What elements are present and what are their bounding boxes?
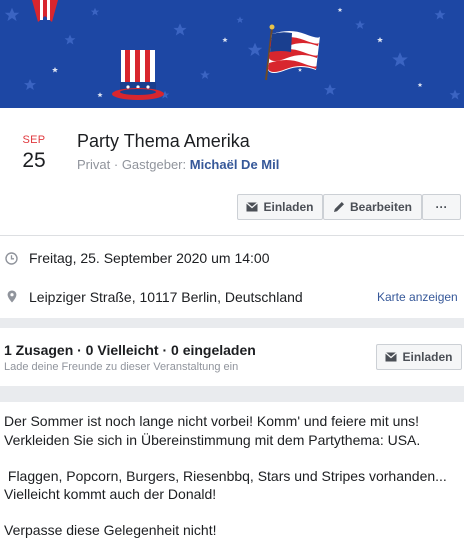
event-privacy: Privat [77, 157, 111, 172]
guests-invite-label: Einladen [402, 350, 453, 364]
description-line: Verkleiden Sie sich in Übereinstimmung m… [4, 432, 421, 448]
section-gap [0, 386, 464, 402]
section-gap [0, 318, 464, 328]
location-pin-icon [7, 290, 17, 308]
description-line: Verpasse diese Gelegenheit nicht! [4, 522, 217, 538]
event-subline: Privat · Gastgeber: Michaël De Mil [77, 157, 279, 172]
host-label: Gastgeber: [121, 157, 187, 172]
guest-counts[interactable]: 1 Zusagen · 0 Vielleicht · 0 eingeladen [4, 342, 256, 358]
divider [0, 235, 464, 236]
invite-button[interactable]: Einladen [237, 194, 323, 220]
clock-icon [5, 252, 18, 270]
envelope-icon [385, 352, 398, 362]
description-line: Flaggen, Popcorn, Burgers, Riesenbbq, St… [4, 468, 447, 484]
show-map-link[interactable]: Karte anzeigen [377, 290, 458, 304]
separator-dot: · [113, 157, 122, 172]
pencil-icon [333, 201, 345, 213]
event-day: 25 [22, 149, 46, 172]
event-location[interactable]: Leipziger Straße, 10117 Berlin, Deutschl… [29, 289, 303, 305]
edit-button[interactable]: Bearbeiten [323, 194, 422, 220]
event-datetime: Freitag, 25. September 2020 um 14:00 [29, 250, 270, 266]
invite-button-label: Einladen [263, 200, 314, 214]
invite-hint: Lade deine Freunde zu dieser Veranstaltu… [4, 361, 239, 373]
event-title: Party Thema Amerika [77, 131, 250, 151]
more-dots-icon: ··· [435, 200, 448, 214]
guests-invite-button[interactable]: Einladen [376, 344, 462, 370]
event-month: SEP [22, 134, 46, 146]
cover-photo [0, 0, 464, 108]
edit-button-label: Bearbeiten [349, 200, 413, 214]
envelope-icon [246, 202, 259, 212]
more-options-button[interactable]: ··· [422, 194, 461, 220]
description-line: Vielleicht kommt auch der Donald! [4, 486, 217, 502]
description-line: Der Sommer ist noch lange nicht vorbei! … [4, 413, 420, 429]
host-name-link[interactable]: Michaël De Mil [190, 157, 280, 172]
